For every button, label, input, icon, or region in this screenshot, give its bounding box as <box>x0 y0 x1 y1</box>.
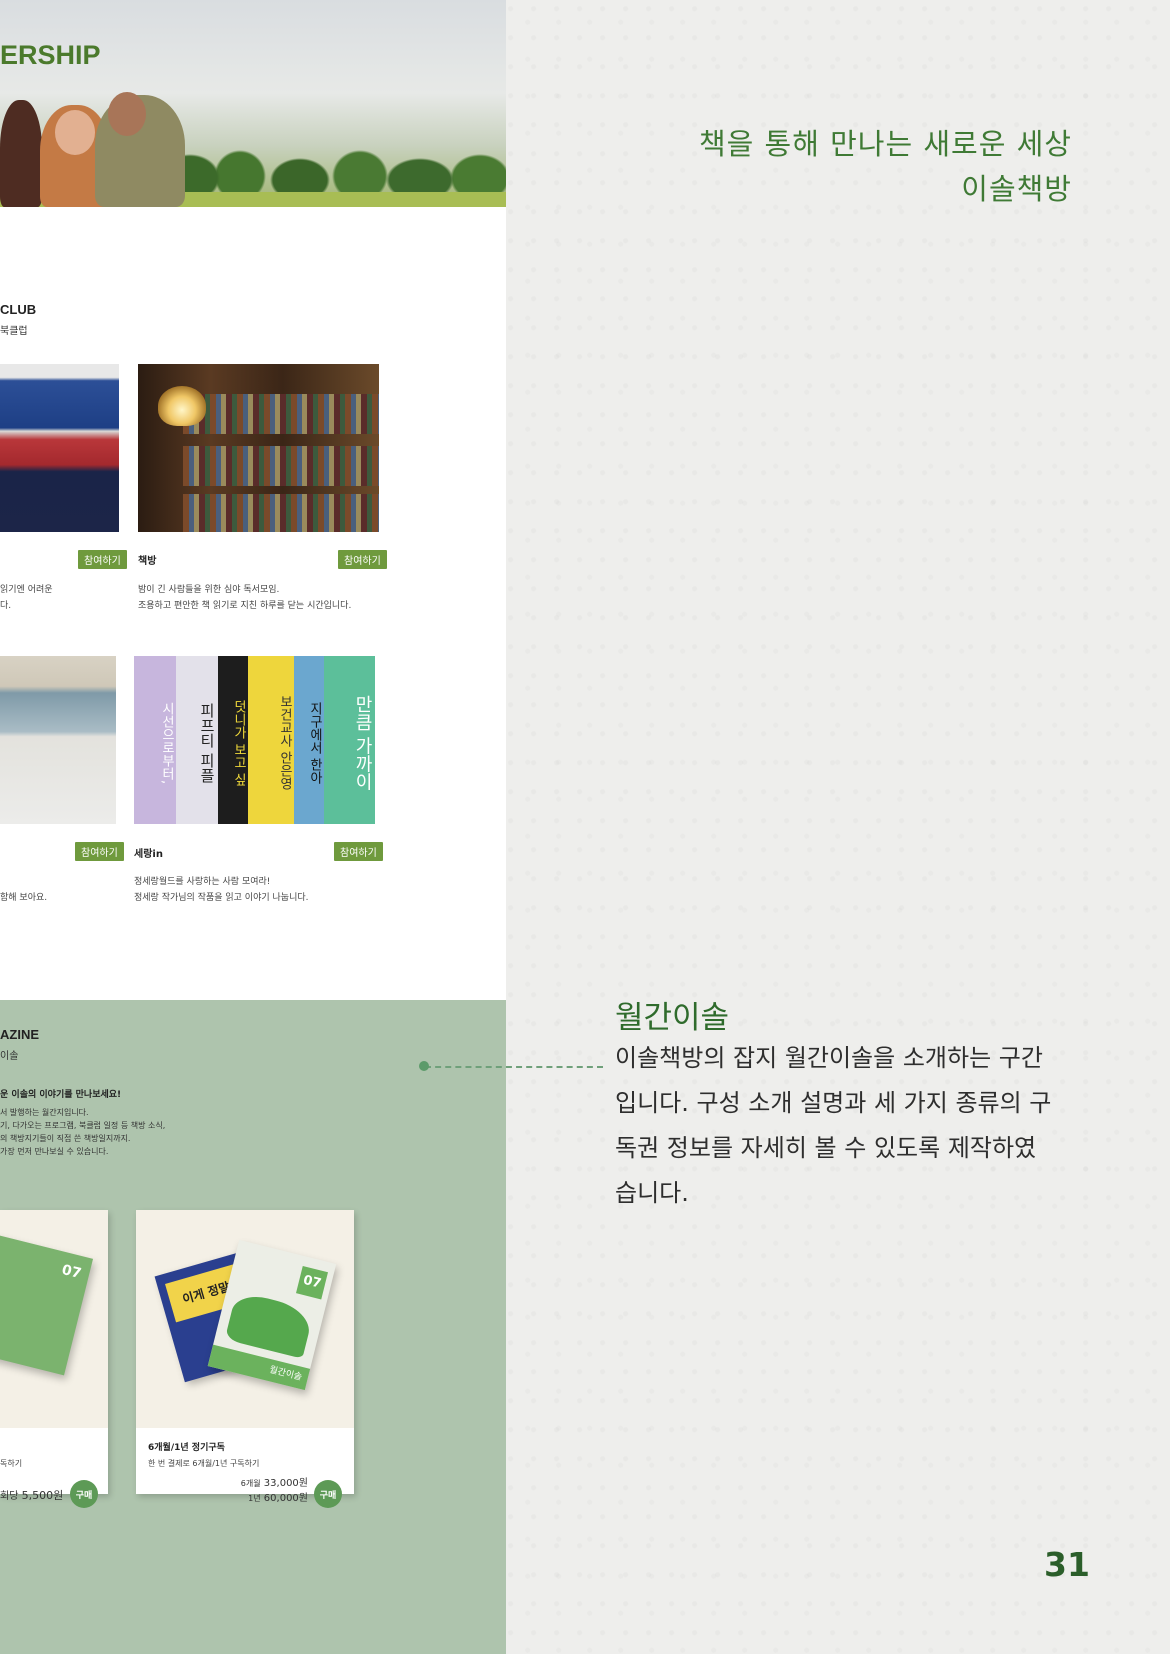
magazine-cover: 07 <box>0 1234 94 1376</box>
product-image: 07 <box>0 1210 108 1428</box>
magazine-body: 서 발행하는 월간지입니다. 기, 다가오는 프로그램, 북클럽 일정 등 책방… <box>0 1108 166 1156</box>
join-button[interactable]: 참여하기 <box>338 550 387 569</box>
bookclub-card-desc: 밤이 긴 사람들을 위한 심야 독서모임. 조용하고 편안한 책 읽기로 지친 … <box>138 585 352 611</box>
subscription-card[interactable]: 07 독하기 회당 5,500원 구매 <box>0 1210 108 1508</box>
connector-dot <box>419 1061 429 1071</box>
hero-banner: ERSHIP <box>0 0 506 207</box>
bookclub-card-image[interactable] <box>0 364 119 532</box>
buy-button[interactable]: 구매 <box>70 1480 98 1508</box>
product-price: 6개월 33,000원 1년 60,000원 <box>240 1478 308 1504</box>
magazine-subtitle: 이솔 <box>0 1051 19 1062</box>
bookclub-title: CLUB <box>0 302 37 317</box>
cover-illustration <box>224 1290 315 1359</box>
bookclub-card-name: 책방 <box>138 556 157 567</box>
book-spine: 만큼 가까이 <box>324 656 375 824</box>
product-desc: 독하기 <box>0 1459 23 1468</box>
book-spine: 보건교사 안은영 <box>248 656 294 824</box>
tagline: 책을 통해 만나는 새로운 세상 이솔책방 <box>698 127 1072 206</box>
magazine-headline: 운 이솔의 이야기를 만나보세요! <box>0 1090 122 1100</box>
buy-button[interactable]: 구매 <box>314 1480 342 1508</box>
hero-title: ERSHIP <box>0 40 101 70</box>
hero-person-head <box>108 92 146 136</box>
shelf-books <box>183 494 379 532</box>
subscription-card[interactable]: 이게 정말 07 월간이솔 6개월/1년 정기구독 한 번 결제로 6개월/1년… <box>136 1210 354 1508</box>
product-desc: 한 번 결제로 6개월/1년 구독하기 <box>148 1459 260 1468</box>
section-description: 이솔책방의 잡지 월간이솔을 소개하는 구간입니다. 구성 소개 설명과 세 가… <box>615 1044 1052 1207</box>
connector-line <box>425 1066 603 1068</box>
description-panel <box>506 0 1170 1654</box>
hero-person <box>0 100 42 207</box>
bookclub-card-image[interactable] <box>0 656 116 824</box>
join-button[interactable]: 참여하기 <box>75 842 124 861</box>
join-button[interactable]: 참여하기 <box>78 550 127 569</box>
hero-person-head <box>55 110 95 155</box>
magazine-title: AZINE <box>0 1027 39 1042</box>
book-spine: 덧니가 보고 싶 <box>218 656 248 824</box>
bookclub-card-image[interactable]: 시선으로부터, 피프티 피플 덧니가 보고 싶 보건교사 안은영 지구에서 한아… <box>134 656 375 824</box>
bookclub-card-desc: 함해 보아요. <box>0 893 48 903</box>
bookclub-card-desc: 읽기엔 어려운 다. <box>0 585 53 611</box>
book-spine: 시선으로부터, <box>134 656 176 824</box>
bookclub-subtitle: 북클럽 <box>0 326 28 337</box>
book-spine: 지구에서 한아 <box>294 656 324 824</box>
product-price: 회당 5,500원 <box>0 1489 64 1502</box>
section-title: 월간이솔 <box>615 1000 730 1036</box>
book-spine: 피프티 피플 <box>176 656 218 824</box>
product-image: 이게 정말 07 월간이솔 <box>136 1210 354 1428</box>
page-number: 31 <box>1044 1545 1090 1584</box>
bookclub-card-image[interactable] <box>138 364 379 532</box>
hero-trees <box>170 148 506 198</box>
product-name: 6개월/1년 정기구독 <box>148 1443 225 1453</box>
website-preview: ERSHIP CLUB 북클럽 참여하기 읽기엔 어려운 다. 책방 참여하기 … <box>0 0 506 1654</box>
shelf-books <box>183 446 379 486</box>
bookclub-card-name: 세랑in <box>134 849 163 860</box>
bookclub-card-desc: 정세랑월드를 사랑하는 사람 모여라! 정세랑 작가님의 작품을 읽고 이야기 … <box>134 877 309 903</box>
join-button[interactable]: 참여하기 <box>334 842 383 861</box>
shelf-books <box>183 394 379 434</box>
lamp-image <box>158 386 206 426</box>
